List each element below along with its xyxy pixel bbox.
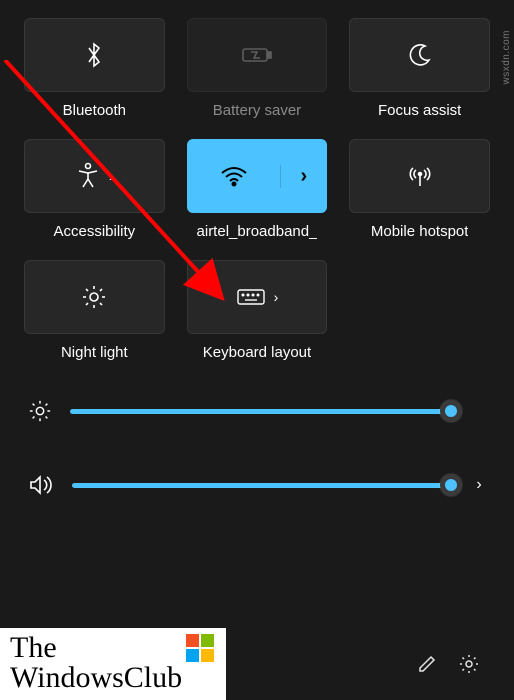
chevron-right-icon: ›	[300, 165, 307, 188]
chevron-right-icon: ›	[274, 289, 279, 305]
tile-battery-saver[interactable]	[187, 18, 328, 92]
tiles-grid: Bluetooth Battery saver Focus assist	[24, 18, 490, 361]
tile-mobile-hotspot[interactable]	[349, 139, 490, 213]
tile-wrap-battery-saver: Battery saver	[187, 18, 328, 119]
brightness-slider-row	[28, 399, 486, 423]
moon-icon	[407, 42, 433, 68]
edit-button[interactable]	[406, 643, 448, 685]
tile-wifi[interactable]: ›	[187, 139, 328, 213]
watermark-line1: The	[10, 631, 57, 664]
windows-flag-icon	[186, 634, 216, 664]
tile-focus-assist[interactable]	[349, 18, 490, 92]
brightness-slider-thumb[interactable]	[440, 400, 462, 422]
tile-label: airtel_broadband_	[197, 223, 318, 240]
accessibility-icon	[75, 162, 101, 190]
battery-icon	[241, 45, 273, 65]
tile-label: Battery saver	[213, 102, 301, 119]
brightness-slider[interactable]	[70, 409, 454, 414]
tile-wrap-mobile-hotspot: Mobile hotspot	[349, 139, 490, 240]
volume-slider-row: ›	[28, 473, 486, 497]
tile-keyboard-layout[interactable]: ›	[187, 260, 328, 334]
tile-wrap-accessibility: › Accessibility	[24, 139, 165, 240]
volume-slider-thumb[interactable]	[440, 474, 462, 496]
bluetooth-icon	[83, 40, 105, 70]
tile-label: Keyboard layout	[203, 344, 311, 361]
side-credit: wsxdn.com	[501, 30, 512, 85]
tile-label: Bluetooth	[63, 102, 126, 119]
brightness-icon	[81, 284, 107, 310]
wifi-expand[interactable]: ›	[280, 165, 326, 188]
tile-label: Mobile hotspot	[371, 223, 469, 240]
quick-settings-panel: Bluetooth Battery saver Focus assist	[0, 0, 514, 507]
sliders-section: ›	[24, 399, 490, 497]
wifi-toggle[interactable]	[188, 165, 281, 187]
tile-wrap-keyboard-layout: › Keyboard layout	[187, 260, 328, 361]
wifi-icon	[220, 165, 248, 187]
tile-label: Night light	[61, 344, 128, 361]
tile-wrap-wifi: › airtel_broadband_	[187, 139, 328, 240]
chevron-right-icon: ›	[109, 168, 114, 184]
volume-expand[interactable]: ›	[472, 476, 486, 494]
tile-wrap-night-light: Night light	[24, 260, 165, 361]
gear-icon	[458, 653, 480, 675]
settings-button[interactable]	[448, 643, 490, 685]
tile-bluetooth[interactable]	[24, 18, 165, 92]
keyboard-icon	[236, 287, 266, 307]
pencil-icon	[417, 654, 437, 674]
hotspot-icon	[406, 164, 434, 188]
watermark: The WindowsClub	[0, 628, 226, 700]
bottom-bar: The WindowsClub	[0, 628, 514, 700]
tile-wrap-focus-assist: Focus assist	[349, 18, 490, 119]
tile-label: Accessibility	[53, 223, 135, 240]
volume-slider-icon	[28, 473, 54, 497]
tile-accessibility[interactable]: ›	[24, 139, 165, 213]
tile-label: Focus assist	[378, 102, 461, 119]
volume-slider[interactable]	[72, 483, 454, 488]
watermark-line2: WindowsClub	[10, 661, 182, 694]
tile-wrap-bluetooth: Bluetooth	[24, 18, 165, 119]
brightness-slider-icon	[28, 399, 52, 423]
tile-night-light[interactable]	[24, 260, 165, 334]
